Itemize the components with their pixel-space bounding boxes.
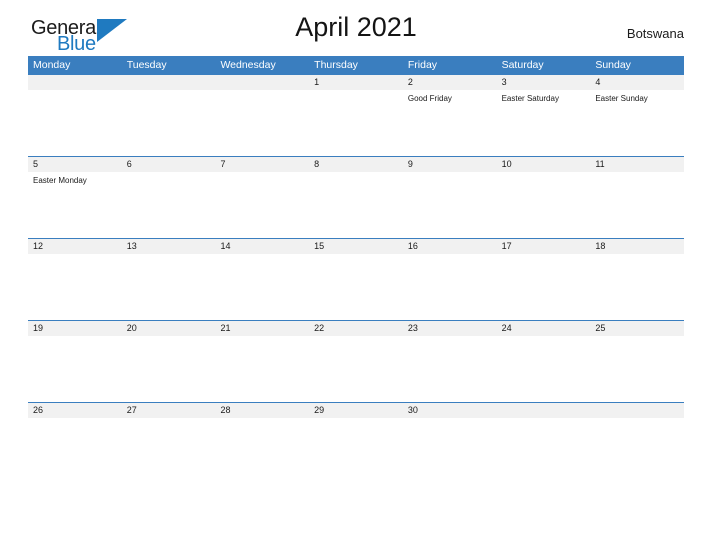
calendar-page: General Blue April 2021 Botswana Monday … (0, 0, 712, 550)
week-row: 12 13 14 15 16 17 18 (28, 238, 684, 320)
day-number[interactable]: 18 (590, 239, 684, 254)
day-event (215, 336, 309, 402)
day-event (403, 254, 497, 320)
day-number[interactable] (28, 75, 122, 90)
day-event (497, 336, 591, 402)
day-event (215, 90, 309, 156)
day-event (28, 90, 122, 156)
day-number[interactable]: 23 (403, 321, 497, 336)
day-event (590, 336, 684, 402)
day-event (28, 418, 122, 421)
day-number[interactable]: 6 (122, 157, 216, 172)
day-number[interactable]: 29 (309, 403, 403, 418)
day-event (309, 172, 403, 238)
day-number[interactable]: 13 (122, 239, 216, 254)
day-number[interactable]: 25 (590, 321, 684, 336)
day-event (590, 172, 684, 238)
day-number[interactable]: 30 (403, 403, 497, 418)
day-number[interactable]: 24 (497, 321, 591, 336)
day-number[interactable]: 15 (309, 239, 403, 254)
weekday-header-wednesday: Wednesday (220, 59, 276, 71)
day-number[interactable]: 22 (309, 321, 403, 336)
day-event (403, 172, 497, 238)
day-number[interactable]: 10 (497, 157, 591, 172)
day-number[interactable]: 26 (28, 403, 122, 418)
day-event: Easter Monday (33, 176, 87, 185)
day-number[interactable]: 7 (215, 157, 309, 172)
day-number[interactable]: 28 (215, 403, 309, 418)
day-event (215, 172, 309, 238)
day-number[interactable]: 16 (403, 239, 497, 254)
day-event (309, 418, 403, 421)
day-number[interactable]: 5 (28, 157, 122, 172)
weekday-header-thursday: Thursday (314, 59, 358, 71)
week-row: 19 20 21 22 23 24 25 (28, 320, 684, 402)
day-event (403, 336, 497, 402)
day-event (590, 254, 684, 320)
day-number[interactable]: 2 (403, 75, 497, 90)
week-event-band: Easter Monday (28, 172, 684, 238)
weekday-header-friday: Friday (407, 59, 438, 71)
week-date-band: 26 27 28 29 30 (28, 403, 684, 418)
week-date-band: 1 2 3 4 (28, 75, 684, 90)
day-event (309, 254, 403, 320)
weekday-header-sunday: Sunday (595, 59, 631, 71)
week-date-band: 5 6 7 8 9 10 11 (28, 157, 684, 172)
country-label: Botswana (626, 26, 684, 41)
week-event-band (28, 254, 684, 320)
week-row: 5 6 7 8 9 10 11 Easter Monday (28, 156, 684, 238)
day-event (309, 90, 403, 156)
day-number[interactable]: 9 (403, 157, 497, 172)
day-event (403, 418, 497, 421)
day-event (122, 418, 216, 421)
week-event-band (28, 336, 684, 402)
week-event-band: Good Friday Easter Saturday Easter Sunda… (28, 90, 684, 156)
day-event (309, 336, 403, 402)
day-event (497, 254, 591, 320)
day-number[interactable]: 19 (28, 321, 122, 336)
day-number[interactable]: 27 (122, 403, 216, 418)
day-number[interactable]: 21 (215, 321, 309, 336)
day-event (497, 172, 591, 238)
week-date-band: 12 13 14 15 16 17 18 (28, 239, 684, 254)
day-event (122, 254, 216, 320)
day-number[interactable]: 8 (309, 157, 403, 172)
day-number[interactable]: 11 (590, 157, 684, 172)
day-number[interactable]: 14 (215, 239, 309, 254)
week-row: 1 2 3 4 Good Friday Easter Saturday East… (28, 74, 684, 156)
day-event: Easter Saturday (501, 94, 559, 103)
week-date-band: 19 20 21 22 23 24 25 (28, 321, 684, 336)
day-number[interactable] (590, 403, 684, 418)
day-event (28, 336, 122, 402)
weekday-header-saturday: Saturday (501, 59, 544, 71)
day-event: Good Friday (407, 94, 452, 103)
calendar-grid: Monday Tuesday Wednesday Thursday Friday… (28, 56, 684, 418)
day-event (28, 254, 122, 320)
day-event (590, 418, 684, 421)
day-number[interactable] (122, 75, 216, 90)
day-event (497, 418, 591, 421)
day-event (122, 336, 216, 402)
day-number[interactable] (497, 403, 591, 418)
page-title: April 2021 (295, 12, 417, 42)
day-event (122, 90, 216, 156)
day-number[interactable] (215, 75, 309, 90)
day-number[interactable]: 20 (122, 321, 216, 336)
day-number[interactable]: 4 (590, 75, 684, 90)
page-header: General Blue April 2021 Botswana (28, 0, 684, 56)
day-event: Easter Sunday (595, 94, 648, 103)
day-number[interactable]: 17 (497, 239, 591, 254)
day-number[interactable]: 1 (309, 75, 403, 90)
week-row: 26 27 28 29 30 (28, 402, 684, 418)
day-event (215, 254, 309, 320)
day-event (122, 172, 216, 238)
day-event (215, 418, 309, 421)
day-number[interactable]: 3 (497, 75, 591, 90)
day-number[interactable]: 12 (28, 239, 122, 254)
